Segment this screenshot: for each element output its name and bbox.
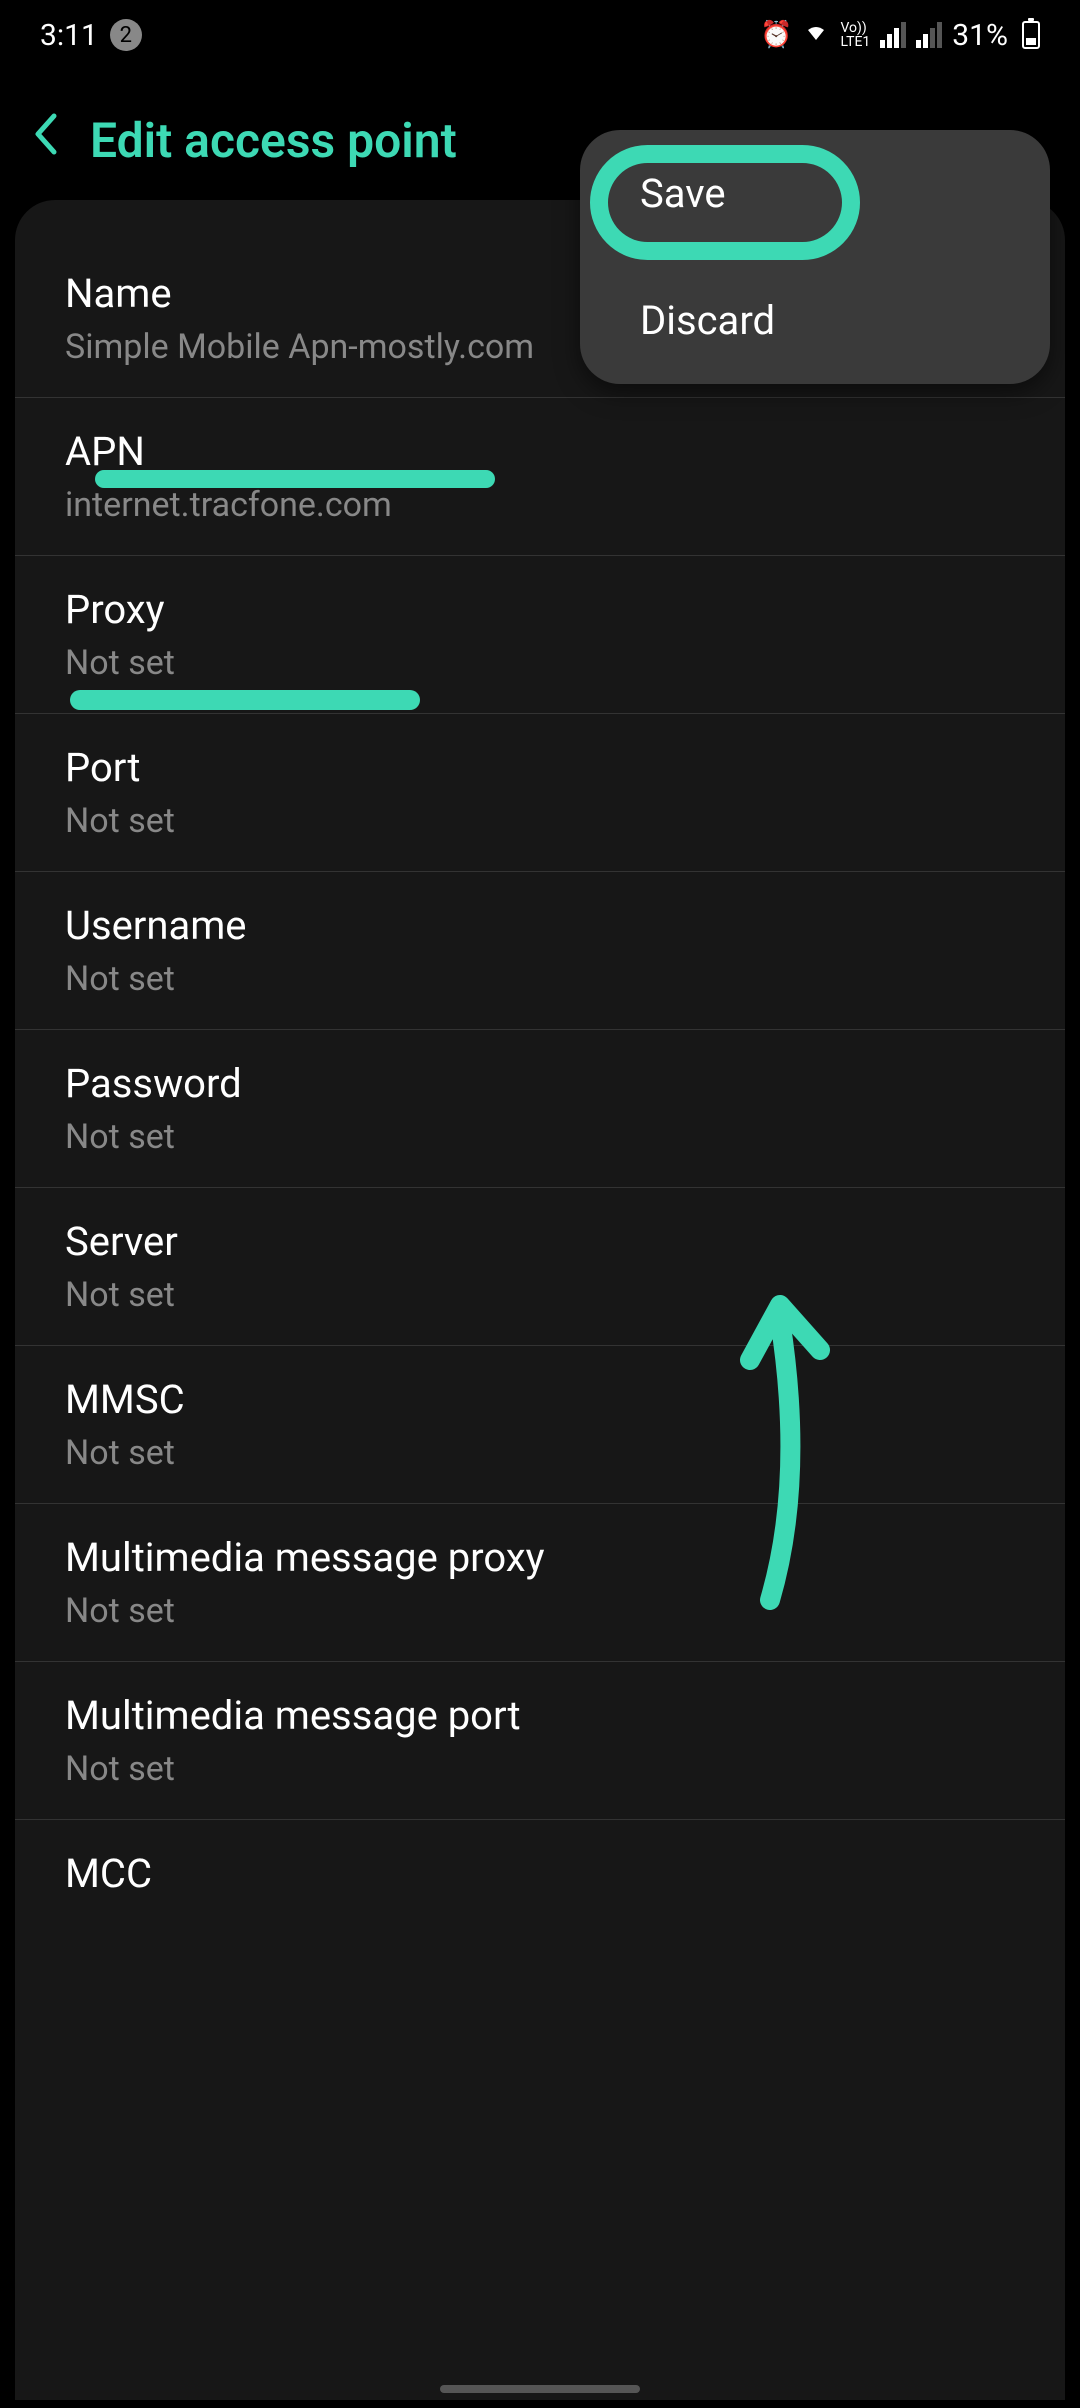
signal-icon-2 (916, 22, 942, 48)
row-value: Not set (65, 1433, 1015, 1473)
row-mms-port[interactable]: Multimedia message port Not set (15, 1662, 1065, 1820)
row-label: Multimedia message port (65, 1692, 1015, 1739)
row-value: internet.tracfone.com (65, 485, 1015, 525)
row-label: Proxy (65, 586, 1015, 633)
row-mcc[interactable]: MCC (15, 1820, 1065, 1937)
battery-icon (1022, 21, 1040, 49)
page-title: Edit access point (90, 112, 457, 169)
row-mms-proxy[interactable]: Multimedia message proxy Not set (15, 1504, 1065, 1662)
signal-icon-1 (880, 22, 906, 48)
menu-save[interactable]: Save (580, 130, 1050, 257)
wifi-icon (802, 20, 830, 51)
row-password[interactable]: Password Not set (15, 1030, 1065, 1188)
row-value: Not set (65, 801, 1015, 841)
row-value: Not set (65, 1591, 1015, 1631)
row-label: Port (65, 744, 1015, 791)
row-value: Not set (65, 959, 1015, 999)
status-left: 3:11 2 (40, 18, 142, 53)
alarm-icon: ⏰ (760, 20, 792, 50)
row-label: APN (65, 428, 1015, 475)
row-value: Not set (65, 1749, 1015, 1789)
menu-discard[interactable]: Discard (580, 257, 1050, 384)
battery-percent: 31% (952, 18, 1008, 53)
status-right: ⏰ Vo)) LTE1 31% (760, 18, 1040, 53)
row-label: Username (65, 902, 1015, 949)
row-mmsc[interactable]: MMSC Not set (15, 1346, 1065, 1504)
row-value: Not set (65, 1275, 1015, 1315)
row-apn[interactable]: APN internet.tracfone.com (15, 398, 1065, 556)
overflow-menu: Save Discard (580, 130, 1050, 384)
settings-list: Name Simple Mobile Apn-mostly.com APN in… (15, 200, 1065, 2400)
row-label: Password (65, 1060, 1015, 1107)
row-server[interactable]: Server Not set (15, 1188, 1065, 1346)
row-label: MMSC (65, 1376, 1015, 1423)
row-username[interactable]: Username Not set (15, 872, 1065, 1030)
row-proxy[interactable]: Proxy Not set (15, 556, 1065, 714)
row-label: Multimedia message proxy (65, 1534, 1015, 1581)
row-value: Not set (65, 643, 1015, 683)
status-bar: 3:11 2 ⏰ Vo)) LTE1 31% (0, 0, 1080, 70)
back-button[interactable] (30, 110, 60, 170)
nav-handle[interactable] (440, 2385, 640, 2393)
volte-icon: Vo)) LTE1 (840, 21, 870, 49)
row-label: Server (65, 1218, 1015, 1265)
status-time: 3:11 (40, 18, 98, 53)
row-label: MCC (65, 1850, 1015, 1897)
row-value: Not set (65, 1117, 1015, 1157)
row-port[interactable]: Port Not set (15, 714, 1065, 872)
status-notif-count: 2 (110, 19, 142, 51)
